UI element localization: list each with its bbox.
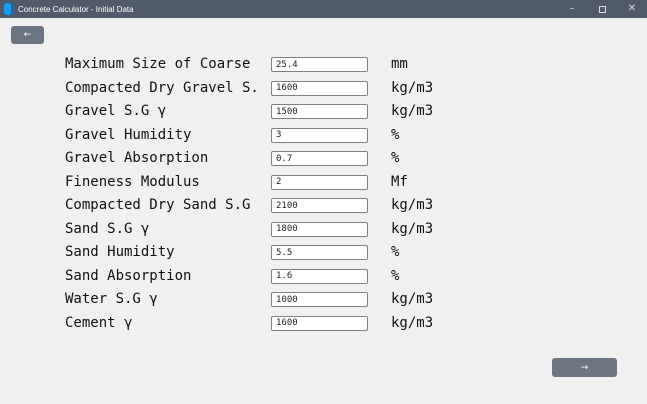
field-label: Gravel Humidity — [65, 126, 192, 143]
max-coarse-size-input[interactable] — [271, 57, 368, 72]
form-row-max-coarse-size: Maximum Size of Coarse mm — [0, 53, 647, 77]
field-unit: kg/m3 — [391, 79, 434, 96]
close-button[interactable]: ✕ — [617, 0, 647, 18]
field-label: Sand Absorption — [65, 267, 192, 284]
field-unit: % — [391, 126, 400, 143]
compacted-dry-sand-input[interactable] — [271, 198, 368, 213]
field-label: Sand Humidity — [65, 244, 175, 260]
water-sg-input[interactable] — [271, 292, 368, 307]
field-unit: mm — [391, 56, 408, 72]
sand-sg-input[interactable] — [271, 221, 368, 237]
gravel-humidity-input[interactable] — [271, 127, 368, 143]
form-row-water-sg: Water S.G γ kg/m3 — [0, 288, 647, 312]
window-controls: – ✕ — [557, 0, 647, 18]
field-unit: kg/m3 — [391, 197, 434, 213]
sand-humidity-input[interactable] — [271, 245, 368, 260]
field-unit: kg/m3 — [391, 220, 434, 237]
initial-data-form: Maximum Size of Coarse mm Compacted Dry … — [0, 53, 647, 335]
window-title: Concrete Calculator - Initial Data — [18, 4, 134, 14]
gravel-absorption-input[interactable] — [271, 151, 368, 166]
app-logo-icon — [4, 3, 14, 15]
field-label: Gravel Absorption — [65, 150, 209, 166]
form-row-fineness-modulus: Fineness Modulus Mf — [0, 171, 647, 195]
form-row-compacted-dry-sand: Compacted Dry Sand S.G kg/m3 — [0, 194, 647, 218]
form-row-cement: Cement γ kg/m3 — [0, 312, 647, 336]
field-label: Cement γ — [65, 314, 133, 331]
form-row-sand-humidity: Sand Humidity % — [0, 241, 647, 265]
arrow-left-icon: ← — [23, 30, 32, 40]
form-row-gravel-absorption: Gravel Absorption % — [0, 147, 647, 171]
field-label: Compacted Dry Gravel S. — [65, 79, 259, 96]
close-icon: ✕ — [627, 3, 637, 14]
maximize-icon — [598, 5, 606, 13]
form-row-gravel-sg: Gravel S.G γ kg/m3 — [0, 100, 647, 124]
field-unit: kg/m3 — [391, 291, 434, 307]
form-row-gravel-humidity: Gravel Humidity % — [0, 124, 647, 148]
fineness-modulus-input[interactable] — [271, 174, 368, 190]
minimize-icon: – — [569, 3, 575, 14]
sand-absorption-input[interactable] — [271, 268, 368, 284]
field-unit: % — [391, 267, 400, 284]
field-label: Gravel S.G γ — [65, 103, 167, 119]
field-unit: Mf — [391, 173, 408, 190]
field-label: Sand S.G γ — [65, 220, 150, 237]
field-label: Fineness Modulus — [65, 173, 200, 190]
field-unit: % — [391, 244, 400, 260]
field-label: Compacted Dry Sand S.G — [65, 197, 251, 213]
title-bar[interactable]: Concrete Calculator - Initial Data – ✕ — [0, 0, 647, 18]
next-button[interactable]: → — [552, 358, 617, 377]
gravel-sg-input[interactable] — [271, 104, 368, 119]
field-label: Water S.G γ — [65, 291, 158, 307]
compacted-dry-gravel-input[interactable] — [271, 80, 368, 96]
form-row-sand-absorption: Sand Absorption % — [0, 265, 647, 289]
form-row-compacted-dry-gravel: Compacted Dry Gravel S. kg/m3 — [0, 77, 647, 101]
field-unit: % — [391, 150, 400, 166]
arrow-right-icon: → — [580, 362, 589, 373]
cement-input[interactable] — [271, 315, 368, 331]
app-window: Concrete Calculator - Initial Data – ✕ ←… — [0, 0, 647, 404]
back-button[interactable]: ← — [11, 26, 44, 44]
field-label: Maximum Size of Coarse — [65, 56, 251, 72]
field-unit: kg/m3 — [391, 314, 434, 331]
field-unit: kg/m3 — [391, 103, 434, 119]
minimize-button[interactable]: – — [557, 0, 587, 18]
form-row-sand-sg: Sand S.G γ kg/m3 — [0, 218, 647, 242]
maximize-button[interactable] — [587, 0, 617, 18]
